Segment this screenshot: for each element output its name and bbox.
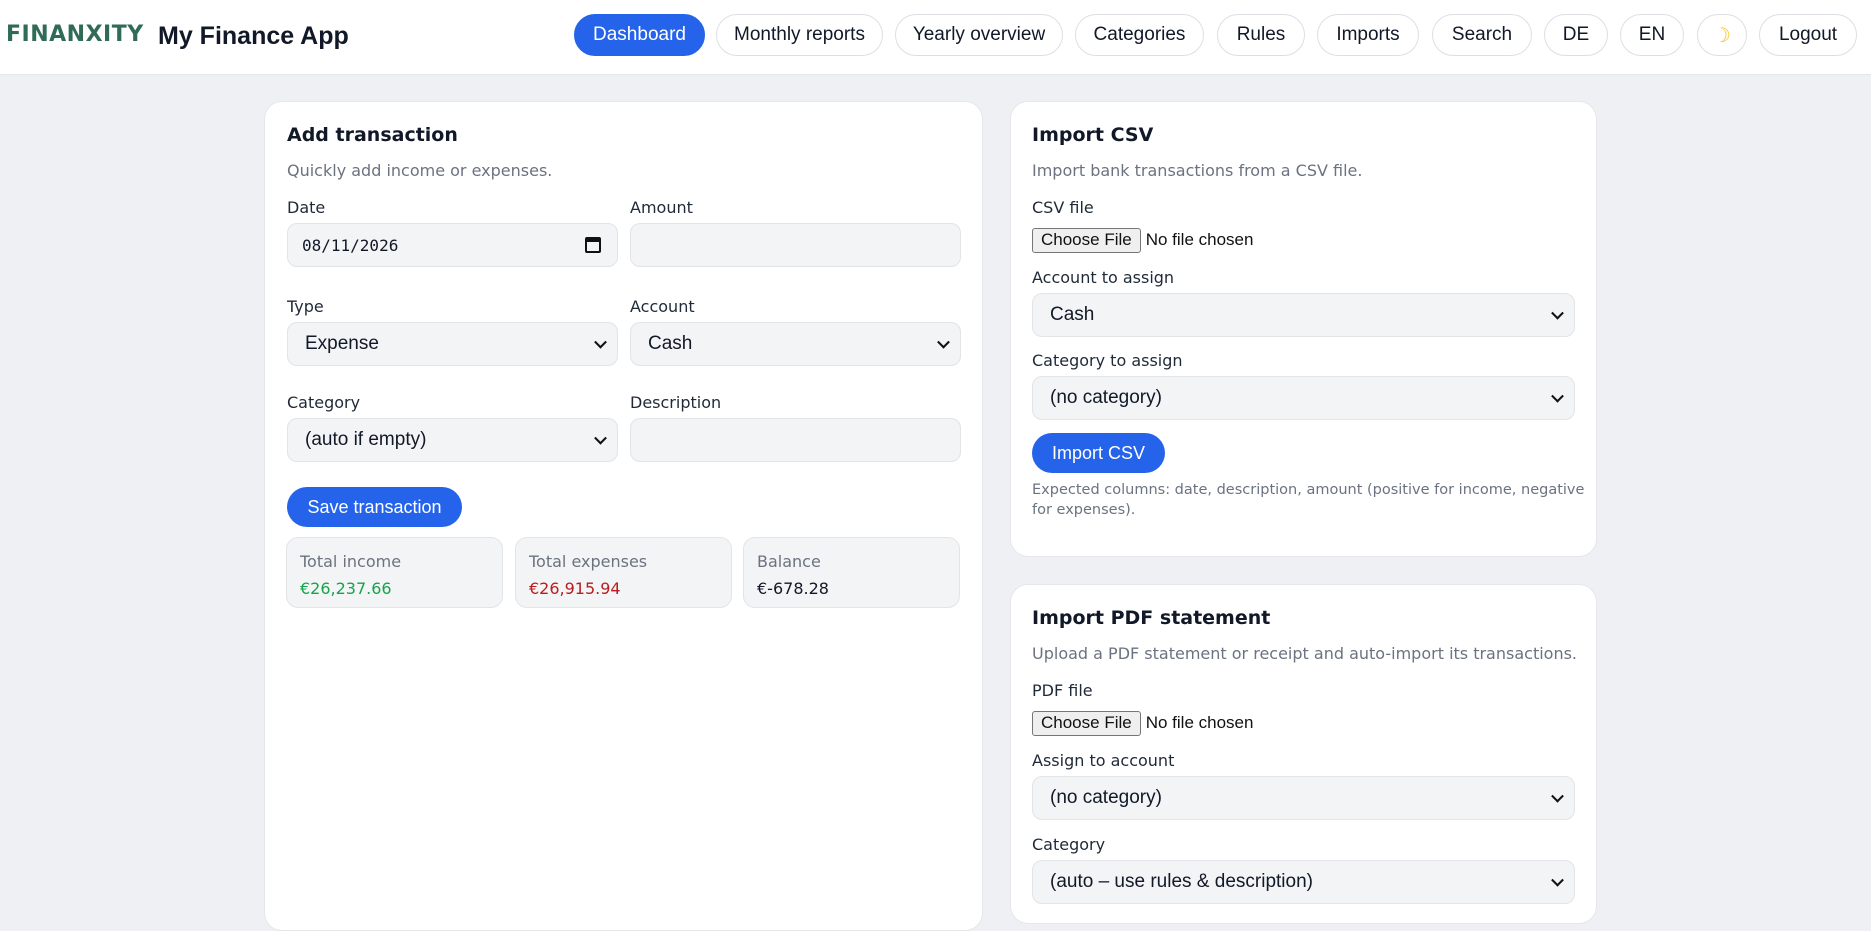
- nav-imports[interactable]: Imports: [1317, 14, 1419, 56]
- file-status: No file chosen: [1145, 230, 1254, 249]
- type-value: Expense: [305, 333, 379, 354]
- description-input[interactable]: [630, 418, 961, 462]
- chevron-down-icon: [1551, 306, 1564, 320]
- import-pdf-card: Import PDF statement Upload a PDF statem…: [1010, 584, 1597, 924]
- balance-card: Balance €-678.28: [743, 537, 960, 608]
- card-title: Import CSV: [1032, 124, 1154, 146]
- total-income-value: €26,237.66: [300, 579, 392, 598]
- nav-monthly-reports[interactable]: Monthly reports: [716, 14, 883, 56]
- account-value: Cash: [648, 333, 693, 354]
- balance-value: €-678.28: [757, 579, 829, 598]
- import-csv-button[interactable]: Import CSV: [1032, 433, 1165, 473]
- amount-input[interactable]: [630, 223, 961, 267]
- pdf-file-input[interactable]: Choose File No file chosen: [1032, 710, 1253, 736]
- csv-category-value: (no category): [1050, 387, 1162, 408]
- pdf-file-label: PDF file: [1032, 681, 1093, 700]
- add-transaction-card: Add transaction Quickly add income or ex…: [264, 101, 983, 931]
- total-income-label: Total income: [300, 552, 402, 571]
- import-csv-card: Import CSV Import bank transactions from…: [1010, 101, 1597, 557]
- card-title: Add transaction: [287, 124, 458, 146]
- category-select[interactable]: (auto if empty): [287, 418, 618, 462]
- csv-hint-line-2: for expenses).: [1032, 502, 1136, 518]
- pdf-account-value: (no category): [1050, 787, 1162, 808]
- calendar-icon[interactable]: [585, 237, 601, 253]
- app-title: My Finance App: [158, 22, 349, 50]
- total-expenses-card: Total expenses €26,915.94: [515, 537, 732, 608]
- theme-toggle-button[interactable]: ☽: [1697, 14, 1747, 56]
- nav-search[interactable]: Search: [1432, 14, 1532, 56]
- choose-file-button[interactable]: Choose File: [1032, 227, 1141, 253]
- moon-icon: ☽: [1713, 24, 1731, 47]
- file-status: No file chosen: [1145, 713, 1254, 732]
- chevron-down-icon: [1551, 389, 1564, 403]
- csv-account-value: Cash: [1050, 304, 1095, 325]
- account-label: Account: [630, 297, 695, 316]
- csv-account-select[interactable]: Cash: [1032, 293, 1575, 337]
- total-expenses-value: €26,915.94: [529, 579, 621, 598]
- total-income-card: Total income €26,237.66: [286, 537, 503, 608]
- card-subtitle: Upload a PDF statement or receipt and au…: [1032, 644, 1578, 663]
- csv-file-label: CSV file: [1032, 198, 1094, 217]
- card-subtitle: Import bank transactions from a CSV file…: [1032, 161, 1363, 180]
- type-label: Type: [287, 297, 324, 316]
- date-label: Date: [287, 198, 326, 217]
- description-label: Description: [630, 393, 722, 412]
- card-subtitle: Quickly add income or expenses.: [287, 161, 553, 180]
- pdf-category-label: Category: [1032, 835, 1106, 854]
- total-expenses-label: Total expenses: [529, 552, 648, 571]
- csv-hint-line-1: Expected columns: date, description, amo…: [1032, 482, 1585, 498]
- assign-account-label: Assign to account: [1032, 751, 1175, 770]
- chevron-down-icon: [1551, 873, 1564, 887]
- date-value: 08/11/2026: [302, 235, 399, 255]
- pdf-category-value: (auto – use rules & description): [1050, 871, 1313, 892]
- chevron-down-icon: [1551, 789, 1564, 803]
- chevron-down-icon: [594, 431, 607, 445]
- card-title: Import PDF statement: [1032, 607, 1271, 629]
- chevron-down-icon: [937, 335, 950, 349]
- nav-dashboard[interactable]: Dashboard: [574, 14, 705, 56]
- amount-label: Amount: [630, 198, 693, 217]
- lang-en-button[interactable]: EN: [1620, 14, 1684, 56]
- nav-yearly-overview[interactable]: Yearly overview: [895, 14, 1063, 56]
- csv-category-select[interactable]: (no category): [1032, 376, 1575, 420]
- type-select[interactable]: Expense: [287, 322, 618, 366]
- lang-de-button[interactable]: DE: [1544, 14, 1608, 56]
- chevron-down-icon: [594, 335, 607, 349]
- nav-logout[interactable]: Logout: [1759, 14, 1857, 56]
- csv-file-input[interactable]: Choose File No file chosen: [1032, 227, 1253, 253]
- top-navigation-bar: FINANXITY My Finance App Dashboard Month…: [0, 0, 1871, 75]
- pdf-account-select[interactable]: (no category): [1032, 776, 1575, 820]
- save-transaction-button[interactable]: Save transaction: [287, 487, 462, 527]
- choose-file-button[interactable]: Choose File: [1032, 710, 1141, 736]
- balance-label: Balance: [757, 552, 821, 571]
- account-select[interactable]: Cash: [630, 322, 961, 366]
- pdf-category-select[interactable]: (auto – use rules & description): [1032, 860, 1575, 904]
- account-assign-label: Account to assign: [1032, 268, 1175, 287]
- category-label: Category: [287, 393, 361, 412]
- app-logo[interactable]: FINANXITY: [6, 22, 144, 47]
- category-assign-label: Category to assign: [1032, 351, 1183, 370]
- category-value: (auto if empty): [305, 429, 427, 450]
- nav-categories[interactable]: Categories: [1075, 14, 1204, 56]
- date-input[interactable]: 08/11/2026: [287, 223, 618, 267]
- nav-rules[interactable]: Rules: [1217, 14, 1305, 56]
